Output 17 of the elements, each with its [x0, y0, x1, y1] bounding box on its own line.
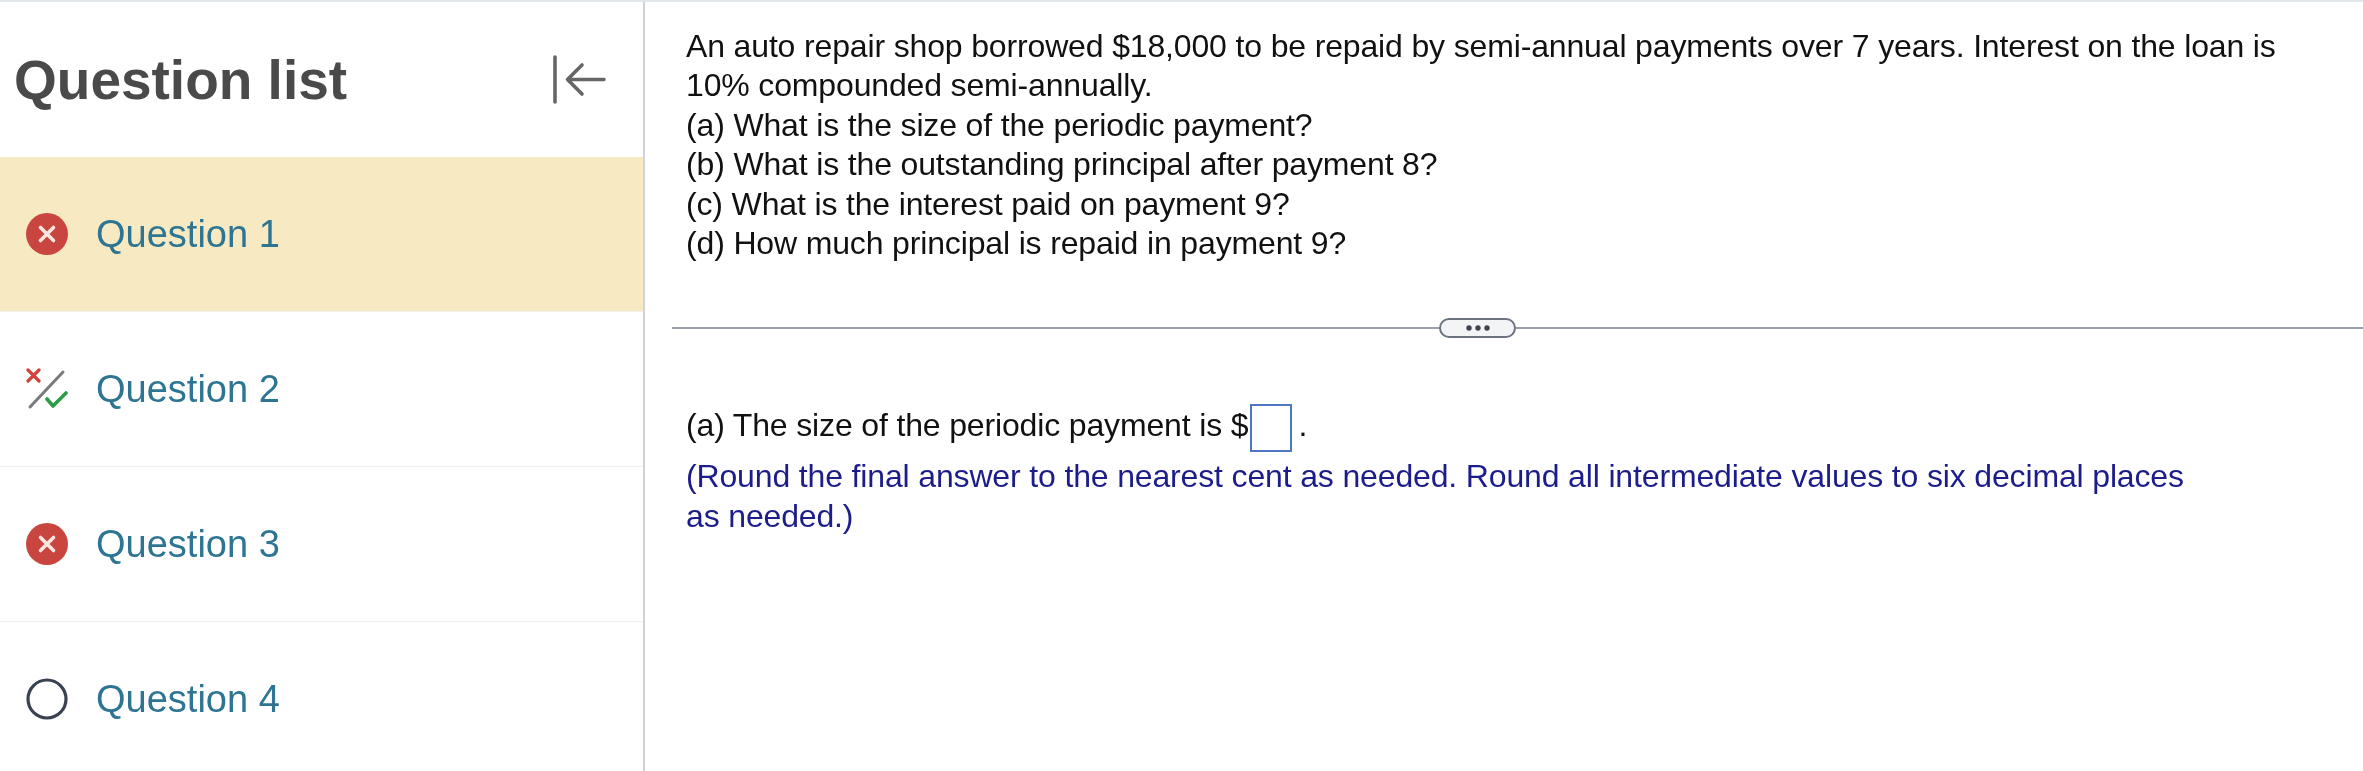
question-part: (b) What is the outstanding principal after payment 8?	[686, 145, 1438, 185]
collapse-icon[interactable]	[552, 55, 606, 104]
answer-prompt: (a) The size of the periodic payment is $	[686, 407, 1249, 444]
question-item[interactable]: Question 4	[0, 622, 643, 771]
expand-button[interactable]	[1439, 318, 1516, 339]
question-stem: An auto repair shop borrowed $18,000 to be repaid by semi-annual payments over 7 years. Interest on the loan is 10% compounded semi-annually.	[686, 27, 2277, 106]
ellipsis-icon	[1465, 325, 1490, 332]
question-item[interactable]: Question 1	[0, 157, 643, 312]
question-part: (c) What is the interest paid on payment 9?	[686, 184, 1290, 224]
answer-suffix: .	[1298, 407, 1308, 444]
question-part: (d) How much principal is repaid in payment 9?	[686, 224, 1347, 264]
question-item[interactable]: Question 2	[0, 312, 643, 467]
question-item[interactable]: Question 3	[0, 467, 643, 622]
rounding-hint: (Round the final answer to the nearest cent as needed. Round all intermediate values to six decimal places as needed.)	[686, 457, 2185, 536]
answer-field[interactable]	[1250, 404, 1293, 452]
sidebar-title: Question list	[14, 47, 348, 112]
question-part: (a) What is the size of the periodic payment?	[686, 105, 1313, 145]
